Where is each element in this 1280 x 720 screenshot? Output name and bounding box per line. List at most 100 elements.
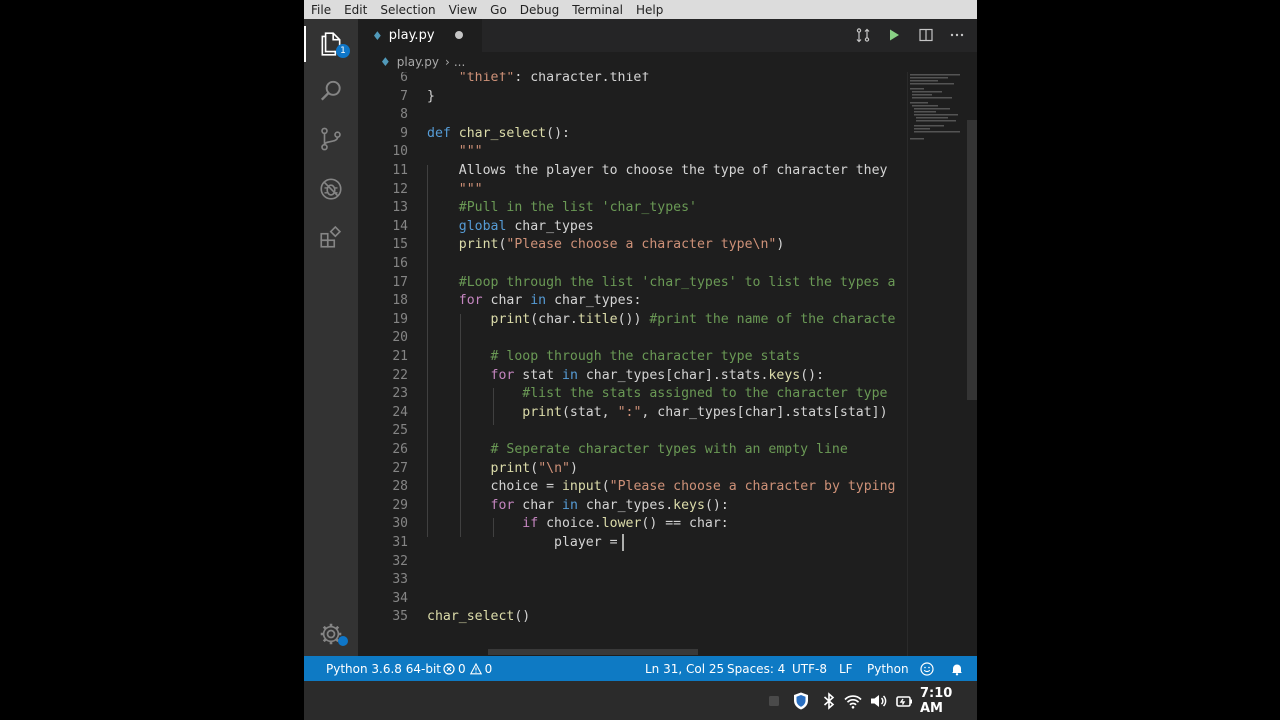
eol-selector[interactable]: LF	[839, 656, 853, 681]
feedback-button[interactable]	[920, 656, 934, 681]
battery-tray-button[interactable]	[894, 690, 914, 712]
notification-icon	[769, 696, 779, 706]
code-line[interactable]: print("Please choose a character type\n"…	[427, 236, 785, 255]
run-icon	[890, 29, 899, 41]
shield-icon	[794, 692, 808, 710]
tab-play-py[interactable]: ♦ play.py	[358, 19, 482, 52]
python-interpreter-selector[interactable]: Python 3.6.8 64-bit	[326, 656, 441, 681]
search-button[interactable]	[304, 69, 358, 113]
extensions-button[interactable]	[304, 215, 358, 259]
minimap-preview	[910, 74, 960, 140]
line-number: 25	[392, 423, 408, 439]
line-number: 19	[392, 311, 408, 327]
code-line[interactable]: print("\n")	[427, 460, 578, 479]
problems-indicator[interactable]: 0 0	[443, 656, 492, 681]
menu-edit[interactable]: Edit	[343, 3, 367, 17]
debug-button[interactable]	[304, 167, 358, 211]
code-line[interactable]: """	[427, 181, 483, 200]
menu-go[interactable]: Go	[489, 3, 507, 17]
line-number: 16	[392, 256, 408, 271]
run-python-file-button[interactable]	[885, 26, 903, 44]
code-line[interactable]: #Loop through the list 'char_types' to l…	[427, 274, 896, 293]
status-bar: Python 3.6.8 64-bit 0 0 Ln 31, Col 25 Sp…	[304, 656, 977, 681]
clock[interactable]: 7:10 AM	[920, 681, 977, 720]
code-line[interactable]: if choice.lower() == char:	[427, 515, 728, 534]
security-tray-button[interactable]	[791, 690, 811, 712]
bluetooth-icon	[823, 692, 835, 710]
menu-selection[interactable]: Selection	[379, 3, 435, 17]
vertical-scrollbar-thumb[interactable]	[967, 120, 977, 400]
notification-tray-button[interactable]	[764, 690, 784, 712]
code-line[interactable]: player =	[427, 534, 626, 553]
menu-view[interactable]: View	[448, 3, 477, 17]
breadcrumb-more[interactable]: ...	[454, 55, 465, 69]
code-line[interactable]: Allows the player to choose the type of …	[427, 162, 888, 181]
line-number: 8	[400, 107, 408, 123]
line-number: 35	[392, 609, 408, 625]
code-line[interactable]: for char in char_types.keys():	[427, 497, 729, 516]
code-line[interactable]: "thief": character.thief	[427, 72, 650, 88]
menu-file[interactable]: File	[310, 3, 331, 17]
volume-tray-button[interactable]	[868, 690, 888, 712]
manage-button[interactable]	[304, 612, 358, 656]
code-line[interactable]: choice = input("Please choose a characte…	[427, 478, 896, 497]
code-line[interactable]: for char in char_types:	[427, 292, 642, 311]
error-count: 0	[458, 661, 466, 676]
line-number: 29	[392, 497, 408, 513]
code-line[interactable]: for stat in char_types[char].stats.keys(…	[427, 367, 825, 386]
open-changes-button[interactable]	[854, 26, 872, 44]
explorer-button[interactable]: 1	[304, 22, 358, 66]
python-icon: ♦	[372, 28, 383, 43]
code-line[interactable]: #list the stats assigned to the characte…	[427, 385, 887, 404]
line-number: 26	[392, 442, 408, 457]
line-number: 21	[392, 349, 408, 364]
unsaved-indicator[interactable]	[455, 31, 463, 39]
line-number: 32	[392, 553, 408, 569]
wifi-tray-button[interactable]	[843, 690, 863, 712]
menu-terminal[interactable]: Terminal	[571, 3, 623, 17]
tab-label: play.py	[388, 28, 435, 43]
menu-help[interactable]: Help	[635, 3, 663, 17]
split-editor-button[interactable]	[917, 26, 935, 44]
code-line[interactable]: """	[427, 143, 483, 162]
horizontal-scrollbar-thumb[interactable]	[488, 649, 698, 655]
line-number: 33	[392, 572, 408, 588]
more-actions-button[interactable]	[948, 26, 966, 44]
minimap[interactable]	[907, 72, 968, 656]
code-area[interactable]: "thief": character.thief} def char_select…	[427, 72, 907, 656]
source-control-button[interactable]	[304, 117, 358, 161]
notifications-button[interactable]	[950, 656, 964, 681]
tab-bar: ♦ play.py	[358, 19, 977, 52]
line-number: 10	[392, 144, 408, 160]
code-line[interactable]: print(stat, ":", char_types[char].stats[…	[427, 404, 887, 423]
bluetooth-tray-button[interactable]	[819, 690, 839, 712]
line-number: 30	[392, 516, 408, 532]
code-editor[interactable]: 6 7 8 9 10 11 12 13 14 15 16 17 18 19 20 21 22 23 24 25 26 27…	[358, 72, 977, 656]
line-number: 23	[392, 386, 408, 402]
code-line[interactable]: # Seperate character types with an empty…	[427, 441, 848, 460]
split-editor-icon	[919, 28, 933, 42]
code-line[interactable]: global char_types	[427, 218, 594, 237]
breadcrumb-file[interactable]: play.py	[397, 55, 439, 69]
smiley-icon	[920, 661, 934, 676]
line-number-gutter: 6 7 8 9 10 11 12 13 14 15 16 17 18 19 20 21 22 23 24 25 26 27…	[358, 72, 408, 656]
breadcrumb-separator-icon: ›	[445, 55, 450, 69]
debug-icon	[320, 178, 342, 200]
code-line[interactable]: }	[427, 88, 435, 107]
menu-debug[interactable]: Debug	[519, 3, 559, 17]
code-line[interactable]: char_select()	[427, 608, 530, 627]
code-line[interactable]: # loop through the character type stats	[427, 348, 801, 367]
cursor-position[interactable]: Ln 31, Col 25	[645, 656, 724, 681]
code-line[interactable]: print(char.title()) #print the name of t…	[427, 311, 896, 330]
encoding-selector[interactable]: UTF-8	[792, 656, 827, 681]
warning-count: 0	[484, 661, 493, 676]
line-number: 13	[392, 200, 408, 216]
search-icon	[320, 80, 341, 101]
language-mode-selector[interactable]: Python	[867, 656, 909, 681]
line-number: 31	[392, 535, 408, 550]
indentation-selector[interactable]: Spaces: 4	[727, 656, 785, 681]
code-line[interactable]: def char_select():	[427, 125, 570, 144]
line-number: 9	[400, 125, 408, 141]
line-number: 11	[392, 163, 408, 178]
code-line[interactable]: #Pull in the list 'char_types'	[427, 199, 697, 218]
